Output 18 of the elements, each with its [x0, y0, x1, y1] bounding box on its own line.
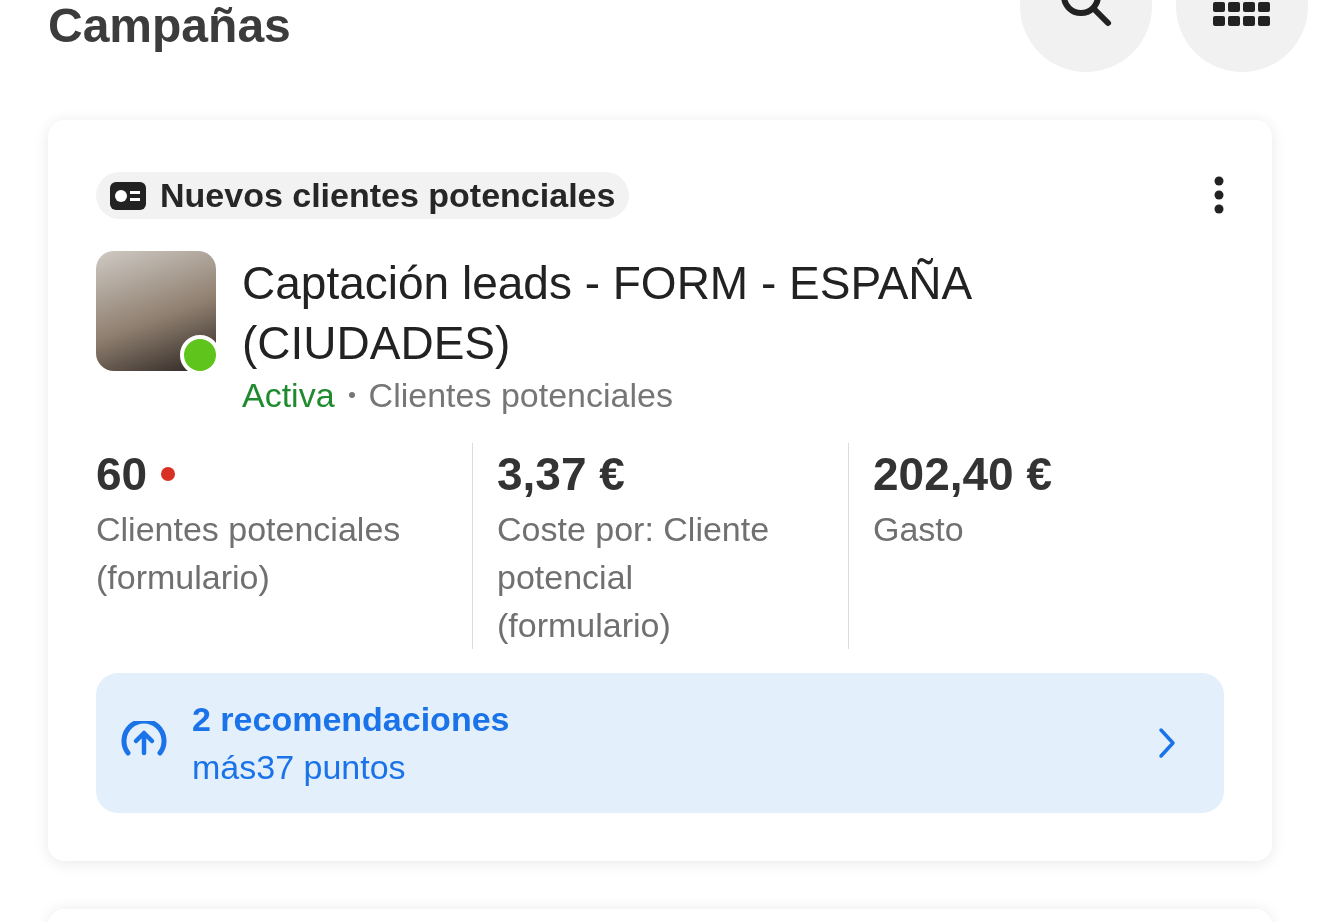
recommendations-title: 2 recomendaciones	[192, 699, 511, 740]
campaign-objective: Clientes potenciales	[368, 375, 673, 416]
metric-label: Coste por: Cliente potencial (formulario)	[497, 509, 771, 646]
page-title: Campañas	[48, 0, 291, 50]
chevron-right-icon	[1158, 727, 1176, 759]
metric-label: Clientes potenciales (formulario)	[96, 509, 402, 598]
metric-value: 60	[96, 447, 148, 502]
grid-icon	[1213, 0, 1271, 28]
metric-value: 202,40 €	[873, 447, 1053, 502]
metric-label: Gasto	[873, 509, 965, 550]
more-options-icon	[1214, 176, 1224, 214]
recommendations-subtitle: más37 puntos	[192, 747, 407, 788]
campaign-status: Activa	[242, 375, 335, 416]
campaign-name: Captación leads - FORM - ESPAÑA (CIUDADES)	[242, 256, 972, 371]
campaign-type-badge: Nuevos clientes potenciales	[96, 172, 630, 219]
metric-value: 3,37 €	[497, 447, 625, 502]
recommendations-button[interactable]: 2 recomendaciones más37 puntos	[96, 673, 1224, 813]
lead-card-icon	[110, 181, 146, 210]
